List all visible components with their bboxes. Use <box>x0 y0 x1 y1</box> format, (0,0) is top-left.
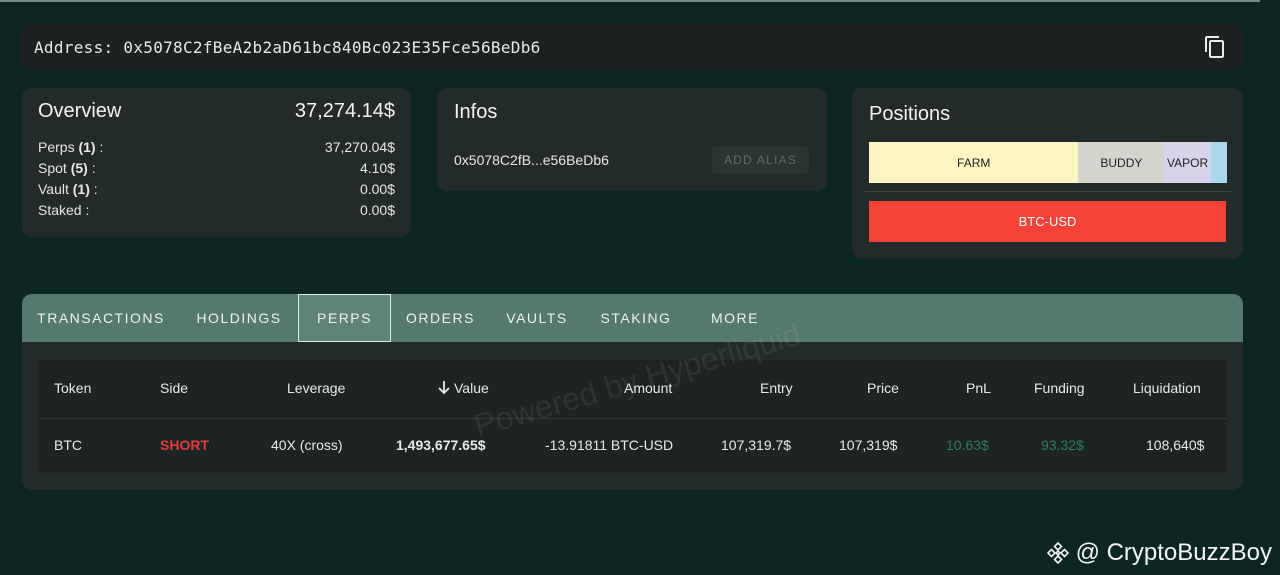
overview-label: Staked <box>38 202 82 218</box>
tab-staking[interactable]: STAKING <box>584 294 688 342</box>
table-header-divider <box>38 418 1227 419</box>
tab-orders[interactable]: ORDERS <box>391 294 490 342</box>
overview-total: 37,274.14$ <box>294 100 395 122</box>
position-segment-vapor[interactable]: VAPOR <box>1164 142 1211 183</box>
cell-liquidation: 108,640$ <box>1146 437 1205 453</box>
cell-pnl: 10.63$ <box>946 437 989 453</box>
cell-leverage: 40X (cross) <box>271 437 343 453</box>
overview-separator: : <box>95 139 104 155</box>
tab-holdings[interactable]: HOLDINGS <box>180 294 298 342</box>
overview-value: 4.10$ <box>359 160 395 176</box>
overview-label: Perps <box>38 139 75 155</box>
overview-card: Overview 37,274.14$ Perps (1) : 37,270.0… <box>22 88 411 237</box>
overview-value: 0.00$ <box>359 181 395 197</box>
top-divider <box>0 0 1260 2</box>
column-header-leverage[interactable]: Leverage <box>287 380 345 396</box>
column-header-entry[interactable]: Entry <box>760 380 793 396</box>
cell-amount: -13.91811 BTC-USD <box>545 437 674 453</box>
overview-row-staked: Staked : 0.00$ <box>38 202 395 220</box>
column-header-token[interactable]: Token <box>54 380 91 396</box>
positions-title: Positions <box>869 103 951 125</box>
position-segment-farm[interactable]: FARM <box>869 142 1079 183</box>
cell-value: 1,493,677.65$ <box>396 437 486 453</box>
overview-count: (5) <box>70 160 88 176</box>
tab-vaults[interactable]: VAULTS <box>490 294 584 342</box>
column-header-funding[interactable]: Funding <box>1034 380 1085 396</box>
overview-row-perps: Perps (1) : 37,270.04$ <box>38 139 395 157</box>
add-alias-button[interactable]: ADD ALIAS <box>712 147 809 173</box>
positions-card: Positions FARM BUDDY VAPOR BTC-USD <box>852 88 1243 259</box>
overview-separator: : <box>87 160 96 176</box>
cell-price: 107,319$ <box>839 437 898 453</box>
overview-label: Spot <box>38 160 67 176</box>
binance-logo-icon <box>1046 541 1069 565</box>
column-header-side[interactable]: Side <box>160 380 188 396</box>
overview-label: Vault <box>38 181 69 197</box>
overview-row-spot: Spot (5) : 4.10$ <box>38 160 395 178</box>
cell-funding: 93.32$ <box>1041 437 1084 453</box>
overview-row-vault: Vault (1) : 0.00$ <box>38 181 395 199</box>
infos-card: Infos 0x5078C2fB...e56BeDb6 ADD ALIAS <box>437 88 827 191</box>
positions-allocation-bar: FARM BUDDY VAPOR <box>869 142 1227 183</box>
credit-text: @ CryptoBuzzBoy <box>1075 539 1272 566</box>
arrow-down-icon <box>438 381 450 395</box>
tab-perps[interactable]: PERPS <box>298 294 391 342</box>
column-header-amount[interactable]: Amount <box>624 380 672 396</box>
overview-value: 0.00$ <box>359 202 395 218</box>
wallet-address: Address: 0x5078C2fBeA2b2aD61bc840Bc023E3… <box>34 38 541 57</box>
column-header-liquidation[interactable]: Liquidation <box>1133 380 1201 396</box>
column-header-pnl[interactable]: PnL <box>966 380 991 396</box>
column-header-value[interactable]: Value <box>437 380 489 396</box>
portfolio-tabs-panel: TRANSACTIONS HOLDINGS PERPS ORDERS VAULT… <box>22 294 1243 490</box>
overview-count: (1) <box>72 181 90 197</box>
overview-count: (1) <box>78 139 96 155</box>
tab-more[interactable]: MORE <box>688 294 782 342</box>
column-header-value-label: Value <box>454 380 489 396</box>
short-address: 0x5078C2fB...e56BeDb6 <box>454 152 609 168</box>
perps-table: Token Side Leverage Value Amount Entry P… <box>38 360 1227 473</box>
overview-title: Overview <box>38 100 122 122</box>
cell-token: BTC <box>54 437 82 453</box>
cell-entry: 107,319.7$ <box>721 437 792 453</box>
content-copy-icon[interactable] <box>1203 35 1227 59</box>
positions-divider <box>865 191 1231 192</box>
overview-value: 37,270.04$ <box>324 139 395 155</box>
cell-side: SHORT <box>160 437 209 453</box>
address-bar: Address: 0x5078C2fBeA2b2aD61bc840Bc023E3… <box>21 24 1243 70</box>
tabs-bar: TRANSACTIONS HOLDINGS PERPS ORDERS VAULT… <box>22 294 1243 342</box>
tab-transactions[interactable]: TRANSACTIONS <box>22 294 180 342</box>
infos-title: Infos <box>454 101 498 123</box>
position-bar-btc-usd[interactable]: BTC-USD <box>869 201 1226 242</box>
overview-separator: : <box>89 181 98 197</box>
position-segment-buddy[interactable]: BUDDY <box>1078 142 1165 183</box>
column-header-price[interactable]: Price <box>867 380 899 396</box>
position-segment-other[interactable] <box>1210 142 1227 183</box>
credit-watermark: @ CryptoBuzzBoy <box>1046 539 1272 567</box>
overview-separator: : <box>81 202 90 218</box>
